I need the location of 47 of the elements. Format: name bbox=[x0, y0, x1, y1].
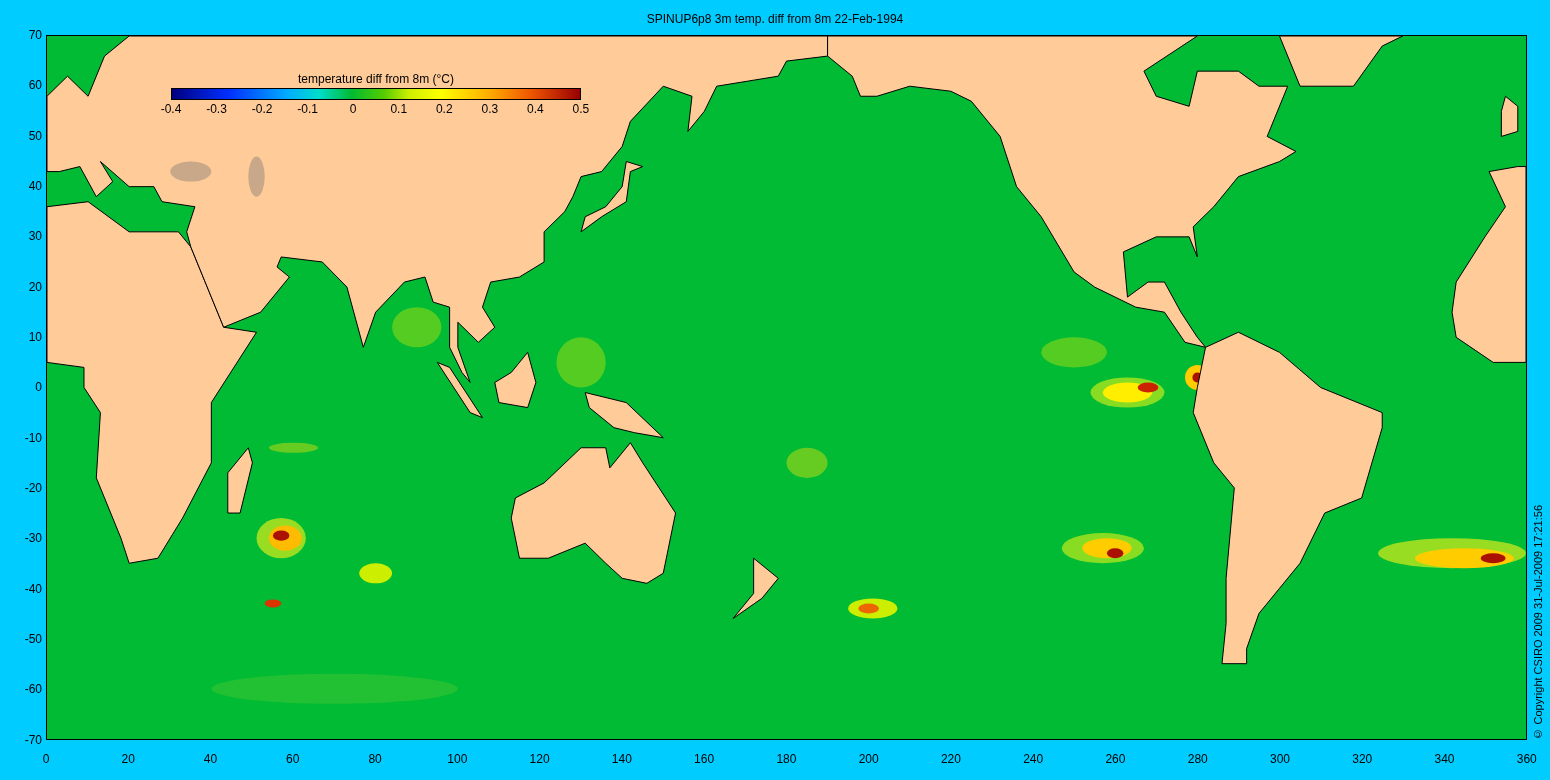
colorbar-label: temperature diff from 8m (°C) bbox=[298, 72, 454, 86]
y-axis-tick-label: 10 bbox=[28, 330, 42, 345]
x-axis-tick-label: 20 bbox=[120, 751, 136, 768]
colorbar-tick-label: 0.1 bbox=[389, 101, 409, 118]
x-axis-tick-label: 140 bbox=[610, 751, 633, 768]
x-axis-tick-label: 220 bbox=[939, 751, 962, 768]
x-axis-tick-label: 40 bbox=[202, 751, 219, 768]
x-axis-tick-label: 120 bbox=[528, 751, 551, 768]
x-axis-tick-label: 280 bbox=[1186, 751, 1209, 768]
y-axis-tick-label: -20 bbox=[24, 481, 42, 496]
x-axis-tick-label: 300 bbox=[1268, 751, 1291, 768]
x-axis-tick-label: 340 bbox=[1433, 751, 1456, 768]
y-axis-tick-label: -30 bbox=[24, 531, 42, 546]
x-axis-tick-label: 160 bbox=[693, 751, 716, 768]
colorbar-tick-label: 0 bbox=[348, 101, 358, 118]
x-axis-tick-label: 240 bbox=[1022, 751, 1045, 768]
y-axis-tick-label: 20 bbox=[28, 279, 42, 294]
colorbar-tick-label: -0.3 bbox=[205, 101, 228, 118]
y-axis-tick-label: -40 bbox=[24, 581, 42, 596]
copyright-text: © Copyright CSIRO 2009 31-Jul-2009 17:21:56 bbox=[1531, 504, 1546, 740]
y-axis-tick-label: 50 bbox=[28, 128, 42, 143]
x-axis-tick-label: 180 bbox=[775, 751, 798, 768]
colorbar-tick-label: -0.1 bbox=[296, 101, 319, 118]
y-axis-tick-label: -10 bbox=[24, 430, 42, 445]
y-axis-tick-label: -50 bbox=[24, 632, 42, 647]
colorbar-tick-label: -0.4 bbox=[159, 101, 183, 118]
colorbar-tick-label: 0.4 bbox=[526, 101, 545, 118]
y-axis-tick-label: 0 bbox=[35, 380, 42, 395]
x-axis-tick-label: 0 bbox=[41, 751, 51, 768]
colorbar-tick-label: 0.2 bbox=[434, 101, 454, 118]
colorbar-tick-label: 0.3 bbox=[480, 101, 500, 118]
y-axis-tick-label: -60 bbox=[24, 682, 42, 697]
x-axis-tick-label: 80 bbox=[367, 751, 383, 768]
y-axis-tick-label: -70 bbox=[24, 732, 42, 747]
x-axis-tick-label: 320 bbox=[1351, 751, 1374, 768]
colorbar-tick-label: 0.5 bbox=[571, 101, 591, 118]
x-axis-tick-label: 60 bbox=[285, 751, 301, 768]
x-axis-tick-label: 200 bbox=[857, 751, 880, 768]
y-axis-tick-label: 70 bbox=[28, 28, 42, 42]
y-axis-tick-label: 40 bbox=[28, 179, 42, 194]
x-axis-tick-label: 260 bbox=[1104, 751, 1127, 768]
chart-title: SPINUP6p8 3m temp. diff from 8m 22-Feb-1994 bbox=[646, 12, 904, 26]
x-axis-tick-label: 100 bbox=[446, 751, 469, 768]
x-axis-tick-label: 360 bbox=[1515, 751, 1538, 768]
y-axis-tick-label: 60 bbox=[28, 78, 42, 93]
y-axis-tick-label: 30 bbox=[28, 229, 42, 244]
colorbar-tick-label: -0.2 bbox=[250, 101, 274, 118]
